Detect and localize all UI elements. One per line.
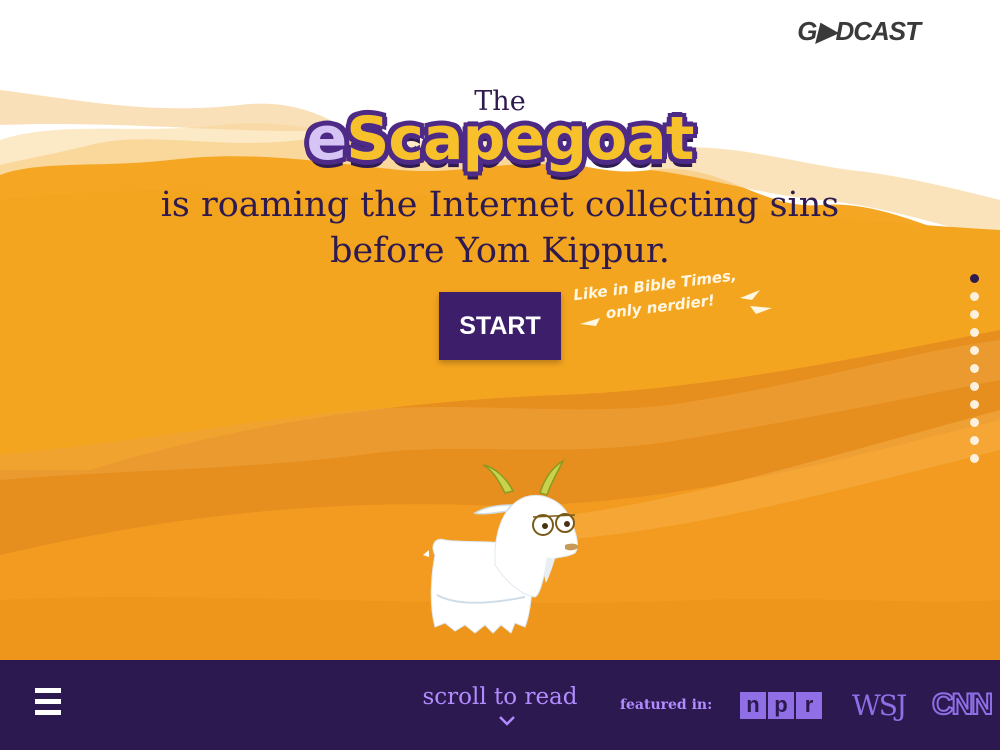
scroll-to-read-link[interactable]: scroll to read [420,684,580,710]
npr-logo[interactable]: n p r [740,692,822,719]
tagline: is roaming the Internet collecting sins … [0,182,1000,274]
goat-illustration [423,459,579,634]
title-first-letter: e [306,104,348,174]
hamburger-icon[interactable] [35,688,61,720]
npr-letter: n [740,692,766,719]
page-dot[interactable] [970,454,979,463]
start-button[interactable]: START [439,292,561,360]
cnn-logo[interactable]: CNN [931,687,994,722]
page-dot[interactable] [970,400,979,409]
page-dot[interactable] [970,274,979,283]
page-dots [970,274,982,472]
chevron-down-icon[interactable] [498,715,516,727]
page-dot[interactable] [970,436,979,445]
page-dot[interactable] [970,418,979,427]
page-dot[interactable] [970,292,979,301]
godcast-logo[interactable]: G▶DCAST [797,16,921,47]
npr-letter: r [796,692,822,719]
footer-bar: scroll to read featured in: n p r WSJ CN… [0,660,1000,750]
page-dot[interactable] [970,310,979,319]
title-rest: Scapegoat [346,104,694,174]
page-dot[interactable] [970,328,979,337]
npr-letter: p [768,692,794,719]
page-dot[interactable] [970,382,979,391]
page-dot[interactable] [970,346,979,355]
page-title: eScapegoat [0,104,1000,174]
tagline-line-2: before Yom Kippur. [330,231,670,271]
tagline-line-1: is roaming the Internet collecting sins [160,185,840,225]
page-dot[interactable] [970,364,979,373]
wsj-logo[interactable]: WSJ [852,689,907,722]
featured-label: featured in: [620,697,713,713]
